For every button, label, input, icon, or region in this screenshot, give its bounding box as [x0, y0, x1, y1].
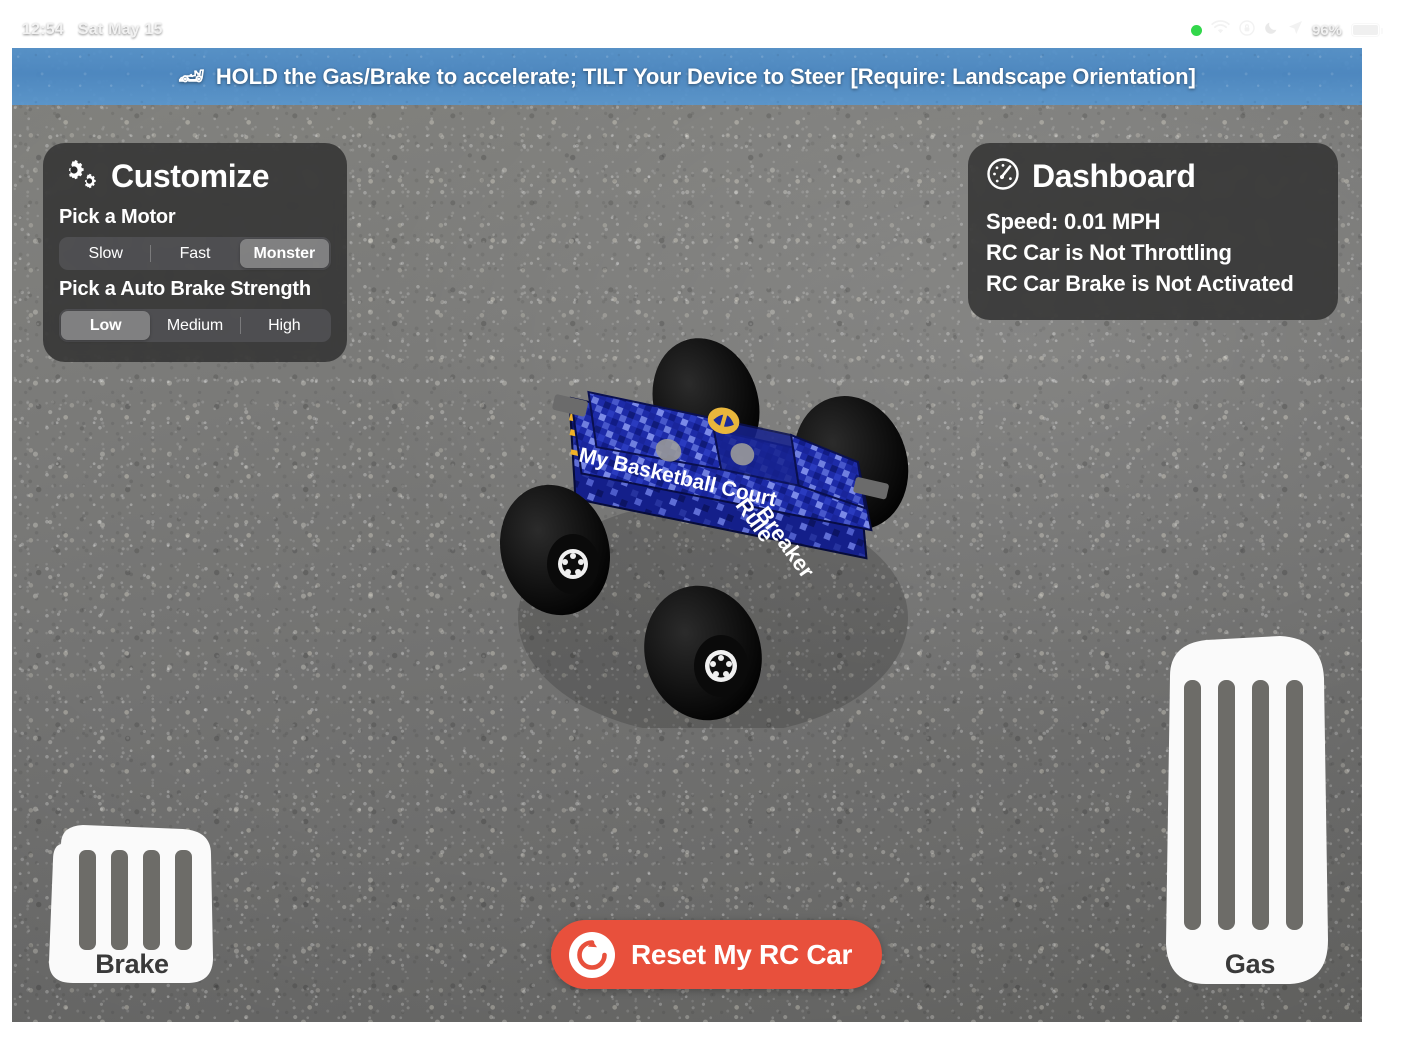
wifi-icon	[1211, 20, 1230, 40]
motor-segmented-control[interactable]: Slow Fast Monster	[59, 237, 331, 270]
gas-pedal-label: Gas	[1224, 949, 1276, 979]
status-date: Sat May 15	[77, 21, 163, 38]
dashboard-brake-status: RC Car Brake is Not Activated	[986, 271, 1294, 297]
auto-brake-label: Pick a Auto Brake Strength	[59, 278, 311, 300]
battery-percent: 96%	[1311, 21, 1342, 39]
dashboard-title: Dashboard	[1032, 158, 1196, 194]
battery-icon	[1351, 23, 1383, 37]
status-bar-left: 12:54 Sat May 15	[22, 9, 163, 39]
gas-pedal[interactable]: Gas	[1162, 634, 1338, 990]
race-car-icon: 🏎	[178, 65, 205, 88]
refresh-circle-icon	[569, 931, 615, 978]
reset-rc-car-button[interactable]: Reset My RC Car	[551, 920, 883, 989]
auto-brake-option-high[interactable]: High	[239, 311, 329, 340]
dashboard-throttle-status: RC Car is Not Throttling	[986, 240, 1232, 266]
status-bar-right: 96%	[1190, 8, 1383, 41]
left-margin	[0, 48, 12, 1022]
auto-brake-option-medium[interactable]: Medium	[150, 311, 239, 340]
status-time: 12:54	[22, 21, 64, 38]
right-margin	[1362, 48, 1404, 1022]
brake-pedal-label: Brake	[95, 949, 169, 979]
instruction-banner: 🏎 HOLD the Gas/Brake to accelerate; TILT…	[12, 48, 1362, 105]
dashboard-header: Dashboard	[986, 157, 1320, 196]
auto-brake-option-low[interactable]: Low	[61, 311, 151, 340]
motor-option-fast[interactable]: Fast	[150, 239, 239, 268]
auto-brake-segmented-control[interactable]: Low Medium High	[59, 309, 331, 342]
green-recording-dot-icon	[1190, 24, 1202, 36]
customize-title: Customize	[111, 158, 270, 194]
gears-icon	[59, 157, 99, 196]
motor-option-monster[interactable]: Monster	[239, 239, 329, 268]
do-not-disturb-moon-icon	[1264, 20, 1279, 40]
dashboard-speed: Speed: 0.01 MPH	[986, 209, 1161, 234]
motor-label: Pick a Motor	[59, 206, 176, 228]
customize-header: Customize	[59, 157, 331, 196]
reset-button-label: Reset My RC Car	[631, 938, 853, 970]
banner-text: HOLD the Gas/Brake to accelerate; TILT Y…	[215, 63, 1196, 89]
location-arrow-icon	[1288, 20, 1303, 40]
rotation-lock-icon	[1239, 19, 1255, 41]
brake-pedal[interactable]: Brake	[43, 822, 221, 988]
motor-option-slow[interactable]: Slow	[61, 239, 150, 268]
dashboard-panel: Dashboard Speed: 0.01 MPH RC Car is Not …	[968, 143, 1338, 320]
rc-car-model[interactable]: My Basketball Court Rule Breaker	[478, 318, 938, 736]
bottom-margin	[0, 1022, 1404, 1040]
speedometer-icon	[986, 157, 1020, 196]
customize-panel: Customize Pick a Motor Slow Fast Monster…	[43, 143, 347, 362]
status-bar: 12:54 Sat May 15 96%	[0, 0, 1404, 48]
app-root: 12:54 Sat May 15 96% 🏎 HOLD the Gas/Brak…	[0, 0, 1404, 1040]
